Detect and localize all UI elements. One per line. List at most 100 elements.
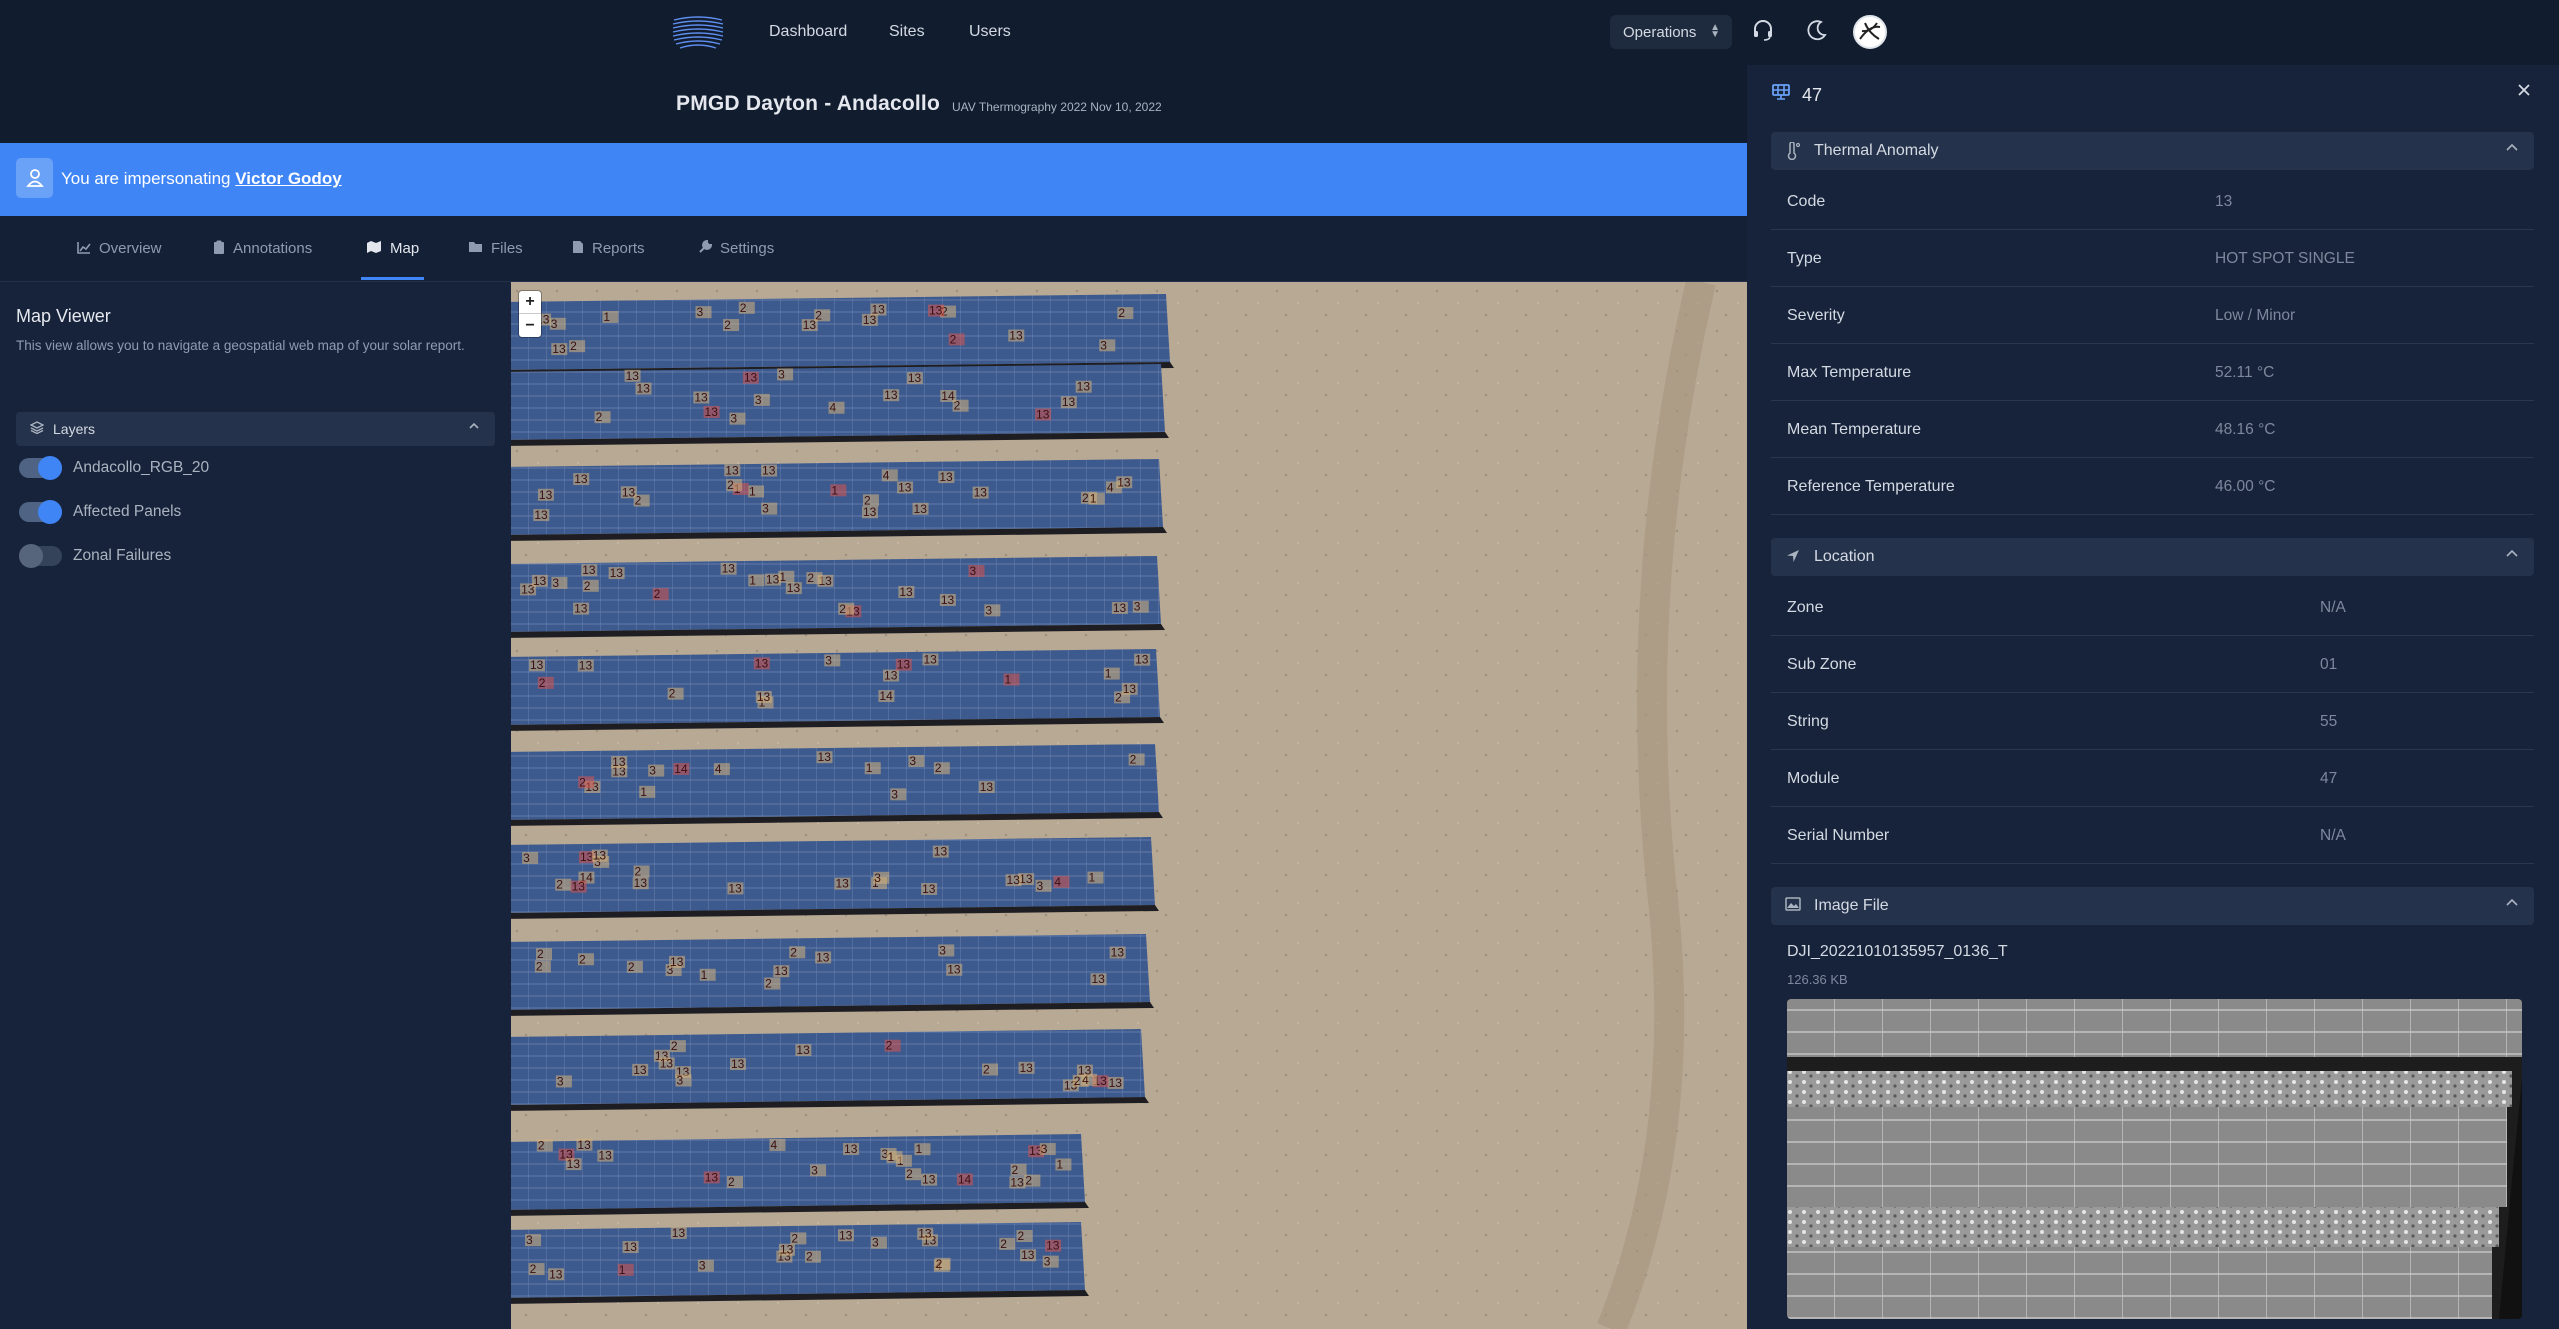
anomaly-marker-label[interactable]: 1 — [749, 484, 756, 498]
anomaly-marker-label[interactable]: 3 — [1041, 1142, 1048, 1156]
anomaly-marker[interactable]: 13 — [611, 755, 628, 769]
anomaly-marker-label[interactable]: 3 — [755, 393, 762, 407]
anomaly-marker[interactable]: 13 — [861, 313, 878, 327]
anomaly-marker-label[interactable]: 13 — [898, 480, 912, 494]
anomaly-marker-label[interactable]: 1 — [701, 968, 708, 982]
anomaly-marker[interactable]: 13 — [570, 880, 587, 894]
anomaly-marker-label[interactable]: 2 — [538, 1138, 545, 1152]
anomaly-marker-label[interactable]: 2 — [596, 410, 603, 424]
anomaly-marker[interactable]: 13 — [801, 318, 818, 332]
anomaly-marker[interactable]: 13 — [939, 593, 956, 607]
anomaly-marker-label[interactable]: 1 — [888, 1150, 895, 1164]
anomaly-marker[interactable]: 2 — [1117, 306, 1134, 320]
anomaly-marker[interactable]: 13 — [1121, 682, 1138, 696]
anomaly-marker-label[interactable]: 2 — [570, 339, 577, 353]
layers-section-header[interactable]: Layers — [16, 412, 495, 446]
anomaly-marker[interactable]: 13 — [531, 574, 548, 588]
anomaly-marker-label[interactable]: 13 — [579, 658, 593, 672]
anomaly-marker[interactable]: 13 — [742, 371, 759, 385]
user-avatar[interactable] — [1853, 15, 1887, 49]
anomaly-marker-label[interactable]: 2 — [1130, 753, 1137, 767]
anomaly-marker[interactable]: 1 — [914, 1142, 931, 1156]
anomaly-marker[interactable]: 13 — [816, 750, 833, 764]
anomaly-marker[interactable]: 1 — [1088, 492, 1105, 506]
tab-settings[interactable]: Settings — [698, 239, 774, 257]
anomaly-marker[interactable]: 2 — [1128, 753, 1145, 767]
anomaly-marker[interactable]: 3 — [648, 764, 665, 778]
anomaly-marker-label[interactable]: 13 — [816, 950, 830, 964]
anomaly-marker-label[interactable]: 1 — [603, 310, 610, 324]
anomaly-marker[interactable]: 13 — [837, 1228, 854, 1242]
anomaly-marker[interactable]: 2 — [577, 952, 594, 966]
anomaly-marker-label[interactable]: 14 — [941, 389, 955, 403]
anomaly-marker[interactable]: 2 — [738, 301, 755, 315]
anomaly-marker-label[interactable]: 2 — [530, 1262, 537, 1276]
anomaly-marker[interactable]: 2 — [838, 602, 855, 616]
anomaly-marker-label[interactable]: 1 — [1004, 673, 1011, 687]
anomaly-marker-label[interactable]: 2 — [1082, 491, 1089, 505]
anomaly-marker[interactable]: 13 — [1076, 1064, 1093, 1078]
anomaly-marker-label[interactable]: 3 — [1037, 879, 1044, 893]
anomaly-marker-label[interactable]: 4 — [1107, 480, 1114, 494]
anomaly-marker-label[interactable]: 2 — [1018, 1229, 1025, 1243]
anomaly-marker[interactable]: 13 — [1045, 1239, 1062, 1253]
anomaly-marker[interactable]: 13 — [1109, 946, 1126, 960]
anomaly-marker-label[interactable]: 2 — [839, 602, 846, 616]
anomaly-marker-label[interactable]: 3 — [699, 1259, 706, 1273]
anomaly-marker[interactable]: 13 — [1005, 873, 1022, 887]
anomaly-marker-label[interactable]: 2 — [983, 1062, 990, 1076]
anomaly-marker[interactable]: 4 — [881, 468, 898, 482]
anomaly-marker[interactable]: 13 — [922, 652, 939, 666]
anomaly-marker[interactable]: 3 — [870, 1236, 887, 1250]
anomaly-marker-label[interactable]: 13 — [787, 581, 801, 595]
anomaly-marker[interactable]: 13 — [1008, 329, 1025, 343]
anomaly-marker[interactable]: 13 — [591, 849, 608, 863]
anomaly-marker[interactable]: 3 — [968, 564, 985, 578]
anomaly-marker[interactable]: 13 — [576, 1138, 593, 1152]
anomaly-marker-label[interactable]: 13 — [1113, 601, 1127, 615]
anomaly-marker-label[interactable]: 14 — [879, 689, 893, 703]
anomaly-marker[interactable]: 3 — [1042, 1255, 1059, 1269]
anomaly-marker[interactable]: 2 — [669, 1039, 686, 1053]
anomaly-marker[interactable]: 13 — [897, 480, 914, 494]
anomaly-marker-label[interactable]: 2 — [1115, 690, 1122, 704]
anomaly-marker-label[interactable]: 13 — [725, 463, 739, 477]
anomaly-marker[interactable]: 2 — [789, 945, 806, 959]
anomaly-marker-label[interactable]: 13 — [1036, 407, 1050, 421]
anomaly-marker[interactable]: 3 — [810, 1163, 827, 1177]
anomaly-marker[interactable]: 13 — [724, 463, 741, 477]
anomaly-marker[interactable]: 2 — [884, 1039, 901, 1053]
anomaly-marker[interactable]: 4 — [713, 762, 730, 776]
anomaly-marker[interactable]: 13 — [883, 388, 900, 402]
anomaly-marker-label[interactable]: 13 — [974, 486, 988, 500]
anomaly-marker[interactable]: 3 — [522, 851, 539, 865]
anomaly-marker[interactable]: 13 — [761, 464, 778, 478]
anomaly-marker-label[interactable]: 13 — [1078, 1064, 1092, 1078]
anomaly-marker[interactable]: 13 — [898, 585, 915, 599]
anomaly-marker[interactable]: 2 — [934, 1257, 951, 1271]
anomaly-marker[interactable]: 13 — [778, 1243, 795, 1257]
anomaly-marker-label[interactable]: 2 — [539, 676, 546, 690]
anomaly-marker-label[interactable]: 1 — [749, 573, 756, 587]
anomaly-marker[interactable]: 1 — [639, 785, 656, 799]
anomaly-marker[interactable]: 3 — [549, 317, 566, 331]
anomaly-marker[interactable]: 13 — [551, 342, 568, 356]
close-icon[interactable] — [2516, 81, 2532, 104]
chevron-up-icon[interactable] — [467, 419, 481, 436]
moon-icon[interactable] — [1806, 18, 1832, 46]
anomaly-marker[interactable]: 2 — [1024, 1174, 1041, 1188]
anomaly-marker-label[interactable]: 13 — [670, 955, 684, 969]
anomaly-marker-label[interactable]: 13 — [1135, 653, 1149, 667]
anomaly-marker[interactable]: 3 — [697, 1259, 714, 1273]
anomaly-marker-label[interactable]: 2 — [1025, 1174, 1032, 1188]
anomaly-marker-label[interactable]: 13 — [580, 850, 594, 864]
anomaly-marker[interactable]: 1 — [617, 1263, 634, 1277]
anomaly-marker[interactable]: 2 — [555, 878, 572, 892]
anomaly-marker[interactable]: 2 — [536, 1138, 553, 1152]
anomaly-marker[interactable]: 3 — [873, 871, 890, 885]
anomaly-marker-label[interactable]: 1 — [640, 785, 647, 799]
anomaly-marker[interactable]: 13 — [932, 845, 949, 859]
anomaly-marker[interactable]: 1 — [830, 483, 847, 497]
anomaly-marker[interactable]: 2 — [534, 960, 551, 974]
tab-map[interactable]: Map — [366, 240, 419, 257]
